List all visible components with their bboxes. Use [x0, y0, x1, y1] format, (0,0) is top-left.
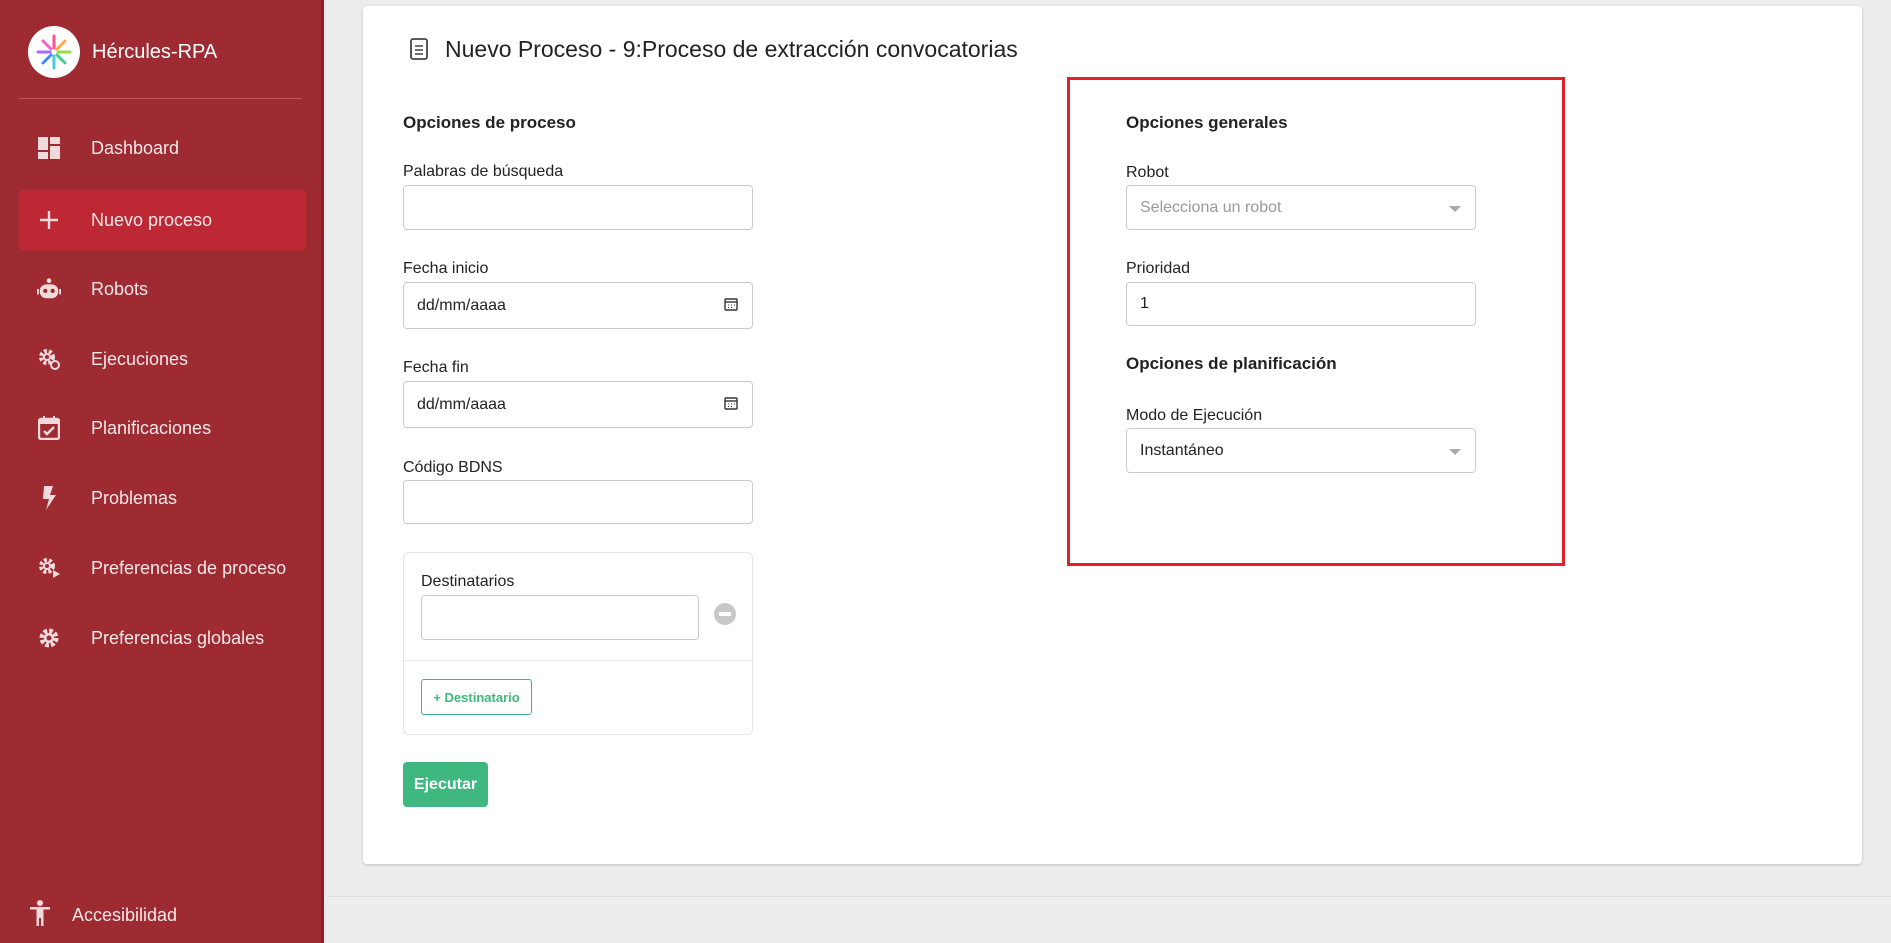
bdns-label: Código BDNS [403, 459, 503, 476]
logo-icon [36, 34, 72, 70]
remove-recipient-icon[interactable] [714, 603, 736, 625]
recipients-divider [404, 660, 752, 661]
robot-select[interactable]: Selecciona un robot [1126, 185, 1476, 230]
sidebar-item-planificaciones[interactable]: Planificaciones [19, 399, 306, 457]
calendar-check-icon [37, 416, 61, 440]
end-date-input[interactable]: dd/mm/aaaa [403, 381, 753, 428]
robot-select-placeholder: Selecciona un robot [1140, 198, 1282, 216]
recipient-input[interactable] [421, 595, 699, 640]
gear-icon [37, 626, 61, 650]
start-date-input[interactable]: dd/mm/aaaa [403, 282, 753, 329]
sidebar-item-ejecuciones[interactable]: Ejecuciones [19, 330, 306, 388]
accessibility-icon [30, 900, 50, 931]
sidebar-item-label: Robots [91, 278, 149, 299]
start-date-label: Fecha inicio [403, 260, 489, 277]
process-options-heading: Opciones de proceso [403, 113, 576, 132]
execution-mode-select[interactable]: Instantáneo [1126, 428, 1476, 473]
chevron-down-icon [1449, 449, 1461, 455]
sidebar-item-label: Nuevo proceso [91, 209, 213, 230]
document-icon [410, 38, 428, 66]
keywords-input[interactable] [403, 185, 753, 230]
execute-button[interactable]: Ejecutar [403, 762, 488, 807]
footer-divider [327, 896, 1891, 897]
end-date-placeholder: dd/mm/aaaa [417, 395, 506, 413]
priority-input[interactable]: 1 [1126, 282, 1476, 326]
sidebar-item-label: Problemas [91, 487, 178, 508]
keywords-label: Palabras de búsqueda [403, 163, 564, 180]
sidebar-item-nuevo-proceso[interactable]: Nuevo proceso [19, 190, 306, 250]
calendar-icon[interactable] [724, 396, 738, 415]
accessibility-button[interactable]: Accesibilidad [30, 900, 177, 931]
execution-mode-value: Instantáneo [1140, 441, 1224, 459]
add-recipient-button[interactable]: + Destinatario [421, 679, 532, 715]
page-title-text: Nuevo Proceso - 9:Proceso de extracción … [445, 36, 1018, 62]
sidebar-item-label: Preferencias globales [91, 627, 265, 648]
sidebar-item-problemas[interactable]: Problemas [19, 469, 306, 527]
recipients-label: Destinatarios [421, 573, 515, 590]
bolt-icon [37, 486, 61, 510]
sidebar-item-label: Planificaciones [91, 417, 212, 438]
bdns-input[interactable] [403, 480, 753, 524]
app-logo [28, 26, 80, 78]
sidebar-item-label: Dashboard [91, 137, 180, 158]
accessibility-label: Accesibilidad [72, 905, 178, 925]
planning-options-heading: Opciones de planificación [1126, 354, 1337, 373]
sidebar-item-dashboard[interactable]: Dashboard [19, 119, 306, 177]
calendar-icon[interactable] [724, 297, 738, 316]
general-options-heading: Opciones generales [1126, 113, 1288, 132]
dashboard-icon [37, 136, 61, 160]
chevron-down-icon [1449, 206, 1461, 212]
mode-label: Modo de Ejecución [1126, 407, 1263, 424]
plus-icon [37, 208, 61, 232]
end-date-label: Fecha fin [403, 359, 469, 376]
gears-icon [37, 347, 61, 371]
robot-label: Robot [1126, 164, 1169, 181]
robot-icon [37, 277, 61, 301]
sidebar-item-preferencias-globales[interactable]: Preferencias globales [19, 609, 306, 667]
page-title: Nuevo Proceso - 9:Proceso de extracción … [410, 36, 1018, 63]
gear-play-icon [37, 556, 61, 580]
sidebar: Hércules-RPA Dashboard Nuevo proceso Rob… [0, 0, 324, 943]
sidebar-item-preferencias-proceso[interactable]: Preferencias de proceso [19, 539, 306, 597]
sidebar-item-robots[interactable]: Robots [19, 260, 306, 318]
sidebar-divider [19, 98, 302, 99]
priority-label: Prioridad [1126, 260, 1191, 277]
sidebar-item-label: Preferencias de proceso [91, 557, 287, 578]
sidebar-item-label: Ejecuciones [91, 348, 189, 369]
app-name: Hércules-RPA [92, 41, 218, 63]
start-date-placeholder: dd/mm/aaaa [417, 296, 506, 314]
